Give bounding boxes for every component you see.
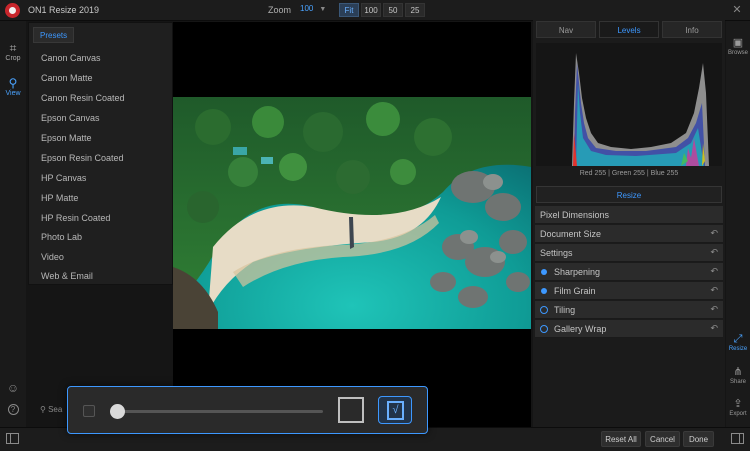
section-document-size[interactable]: Document Size ↶ [535, 225, 723, 243]
top-bar: ON1 Resize 2019 Zoom 100 ▼ Fit 100 50 25 … [0, 0, 750, 21]
section-label: Gallery Wrap [554, 324, 607, 334]
help-icon: ? [7, 404, 19, 415]
section-label: Tiling [554, 305, 576, 315]
module-toolbar: ▣ Browse ⤢ Resize ⋔ Share ⇪ Export [726, 21, 750, 427]
preset-item[interactable]: Epson Matte [41, 133, 92, 143]
section-label: Film Grain [554, 286, 596, 296]
view-tool-label: View [5, 90, 21, 97]
presets-panel: Presets Canon Canvas Canon Matte Canon R… [28, 22, 173, 285]
preset-item[interactable]: Web & Email [41, 271, 93, 281]
preset-item[interactable]: Canon Canvas [41, 53, 101, 63]
reset-icon[interactable]: ↶ [710, 323, 718, 334]
beach-photo [173, 97, 531, 329]
section-sharpening[interactable]: Sharpening ↶ [535, 263, 723, 281]
enabled-dot-icon[interactable] [541, 288, 547, 294]
enabled-dot-icon[interactable] [541, 269, 547, 275]
export-module[interactable]: ⇪ Export [726, 398, 750, 417]
share-label: Share [729, 379, 746, 385]
tab-levels[interactable]: Levels [599, 21, 659, 38]
browse-icon: ▣ [732, 37, 744, 49]
overlay-slider-knob[interactable] [110, 404, 125, 419]
toggle-right-panel-icon[interactable] [731, 433, 744, 444]
right-panel: Nav Levels Info Red 255 | Green 255 | Bl… [533, 20, 725, 427]
disabled-ring-icon[interactable] [540, 306, 548, 314]
overlay-slider-track[interactable] [110, 404, 323, 419]
levels-histogram [536, 43, 722, 166]
preset-search-input[interactable]: ⚲ Sea [40, 405, 62, 414]
disabled-ring-icon[interactable] [540, 325, 548, 333]
left-toolbar: ⌗ Crop ⚲ View ☺ ? [0, 21, 26, 427]
app-logo-icon [5, 3, 20, 18]
toggle-left-panel-icon[interactable] [6, 433, 19, 444]
section-film-grain[interactable]: Film Grain ↶ [535, 282, 723, 300]
section-gallery-wrap[interactable]: Gallery Wrap ↶ [535, 320, 723, 338]
browse-module[interactable]: ▣ Browse [726, 37, 750, 56]
floating-slider-panel: √ [67, 386, 428, 434]
preset-item[interactable]: Epson Resin Coated [41, 153, 124, 163]
chevron-down-icon: ▼ [319, 6, 327, 13]
user-icon: ☺ [6, 381, 20, 395]
resize-label: Resize [728, 346, 748, 352]
resize-button[interactable]: Resize [536, 186, 722, 203]
zoom-100-button[interactable]: 100 [361, 3, 381, 17]
cancel-button[interactable]: Cancel [645, 431, 680, 447]
zoom-dropdown[interactable]: 100 ▼ [300, 4, 326, 17]
preset-item[interactable]: Video [41, 252, 64, 262]
section-tiling[interactable]: Tiling ↶ [535, 301, 723, 319]
account-button[interactable]: ☺ [0, 381, 26, 395]
section-settings[interactable]: Settings ↶ [535, 244, 723, 262]
preset-item[interactable]: HP Matte [41, 193, 78, 203]
tab-nav[interactable]: Nav [536, 21, 596, 38]
search-placeholder: Sea [48, 405, 63, 414]
section-label: Settings [540, 248, 573, 258]
preset-item[interactable]: Canon Resin Coated [41, 93, 125, 103]
section-label: Pixel Dimensions [540, 210, 610, 220]
reset-icon[interactable]: ↶ [710, 285, 718, 296]
zoom-label: Zoom [268, 5, 292, 15]
presets-header[interactable]: Presets [33, 27, 75, 43]
overlay-checkbox[interactable] [83, 405, 95, 417]
view-tool[interactable]: ⚲ View [0, 76, 26, 97]
help-button[interactable]: ? [0, 404, 26, 415]
preset-item[interactable]: HP Canvas [41, 173, 86, 183]
reset-all-button[interactable]: Reset All [601, 431, 641, 447]
tab-info[interactable]: Info [662, 21, 722, 38]
search-icon: ⚲ [40, 405, 46, 414]
preset-item[interactable]: Canon Matte [41, 73, 93, 83]
reset-icon[interactable]: ↶ [710, 247, 718, 258]
section-pixel-dimensions[interactable]: Pixel Dimensions [535, 206, 723, 224]
browse-label: Browse [727, 50, 748, 56]
share-module[interactable]: ⋔ Share [726, 366, 750, 385]
reset-icon[interactable]: ↶ [710, 266, 718, 277]
section-label: Sharpening [554, 267, 601, 277]
resize-module[interactable]: ⤢ Resize [726, 333, 750, 352]
crop-icon: ⌗ [9, 41, 17, 55]
magnifier-icon: ⚲ [8, 76, 18, 90]
reset-icon[interactable]: ↶ [710, 304, 718, 315]
section-label: Document Size [540, 229, 602, 239]
reset-icon[interactable]: ↶ [710, 228, 718, 239]
done-button[interactable]: Done [683, 431, 714, 447]
close-window-icon[interactable]: ✕ [730, 3, 744, 17]
export-label: Export [729, 411, 747, 417]
active-option-button[interactable]: √ [378, 396, 412, 424]
resize-icon: ⤢ [733, 333, 743, 345]
document-check-icon: √ [387, 401, 404, 420]
crop-tool-label: Crop [5, 55, 21, 62]
app-title: ON1 Resize 2019 [28, 5, 100, 15]
histogram-readout: Red 255 | Green 255 | Blue 255 [579, 170, 679, 177]
zoom-50-button[interactable]: 50 [383, 3, 403, 17]
zoom-value: 100 [300, 4, 314, 13]
preset-item[interactable]: Photo Lab [41, 232, 82, 242]
export-icon: ⇪ [733, 398, 743, 410]
preset-item[interactable]: HP Resin Coated [41, 213, 110, 223]
preset-item[interactable]: Epson Canvas [41, 113, 100, 123]
zoom-25-button[interactable]: 25 [405, 3, 425, 17]
zoom-fit-button[interactable]: Fit [339, 3, 359, 17]
crop-tool[interactable]: ⌗ Crop [0, 41, 26, 62]
share-icon: ⋔ [733, 366, 743, 378]
square-option-icon[interactable] [338, 397, 364, 423]
